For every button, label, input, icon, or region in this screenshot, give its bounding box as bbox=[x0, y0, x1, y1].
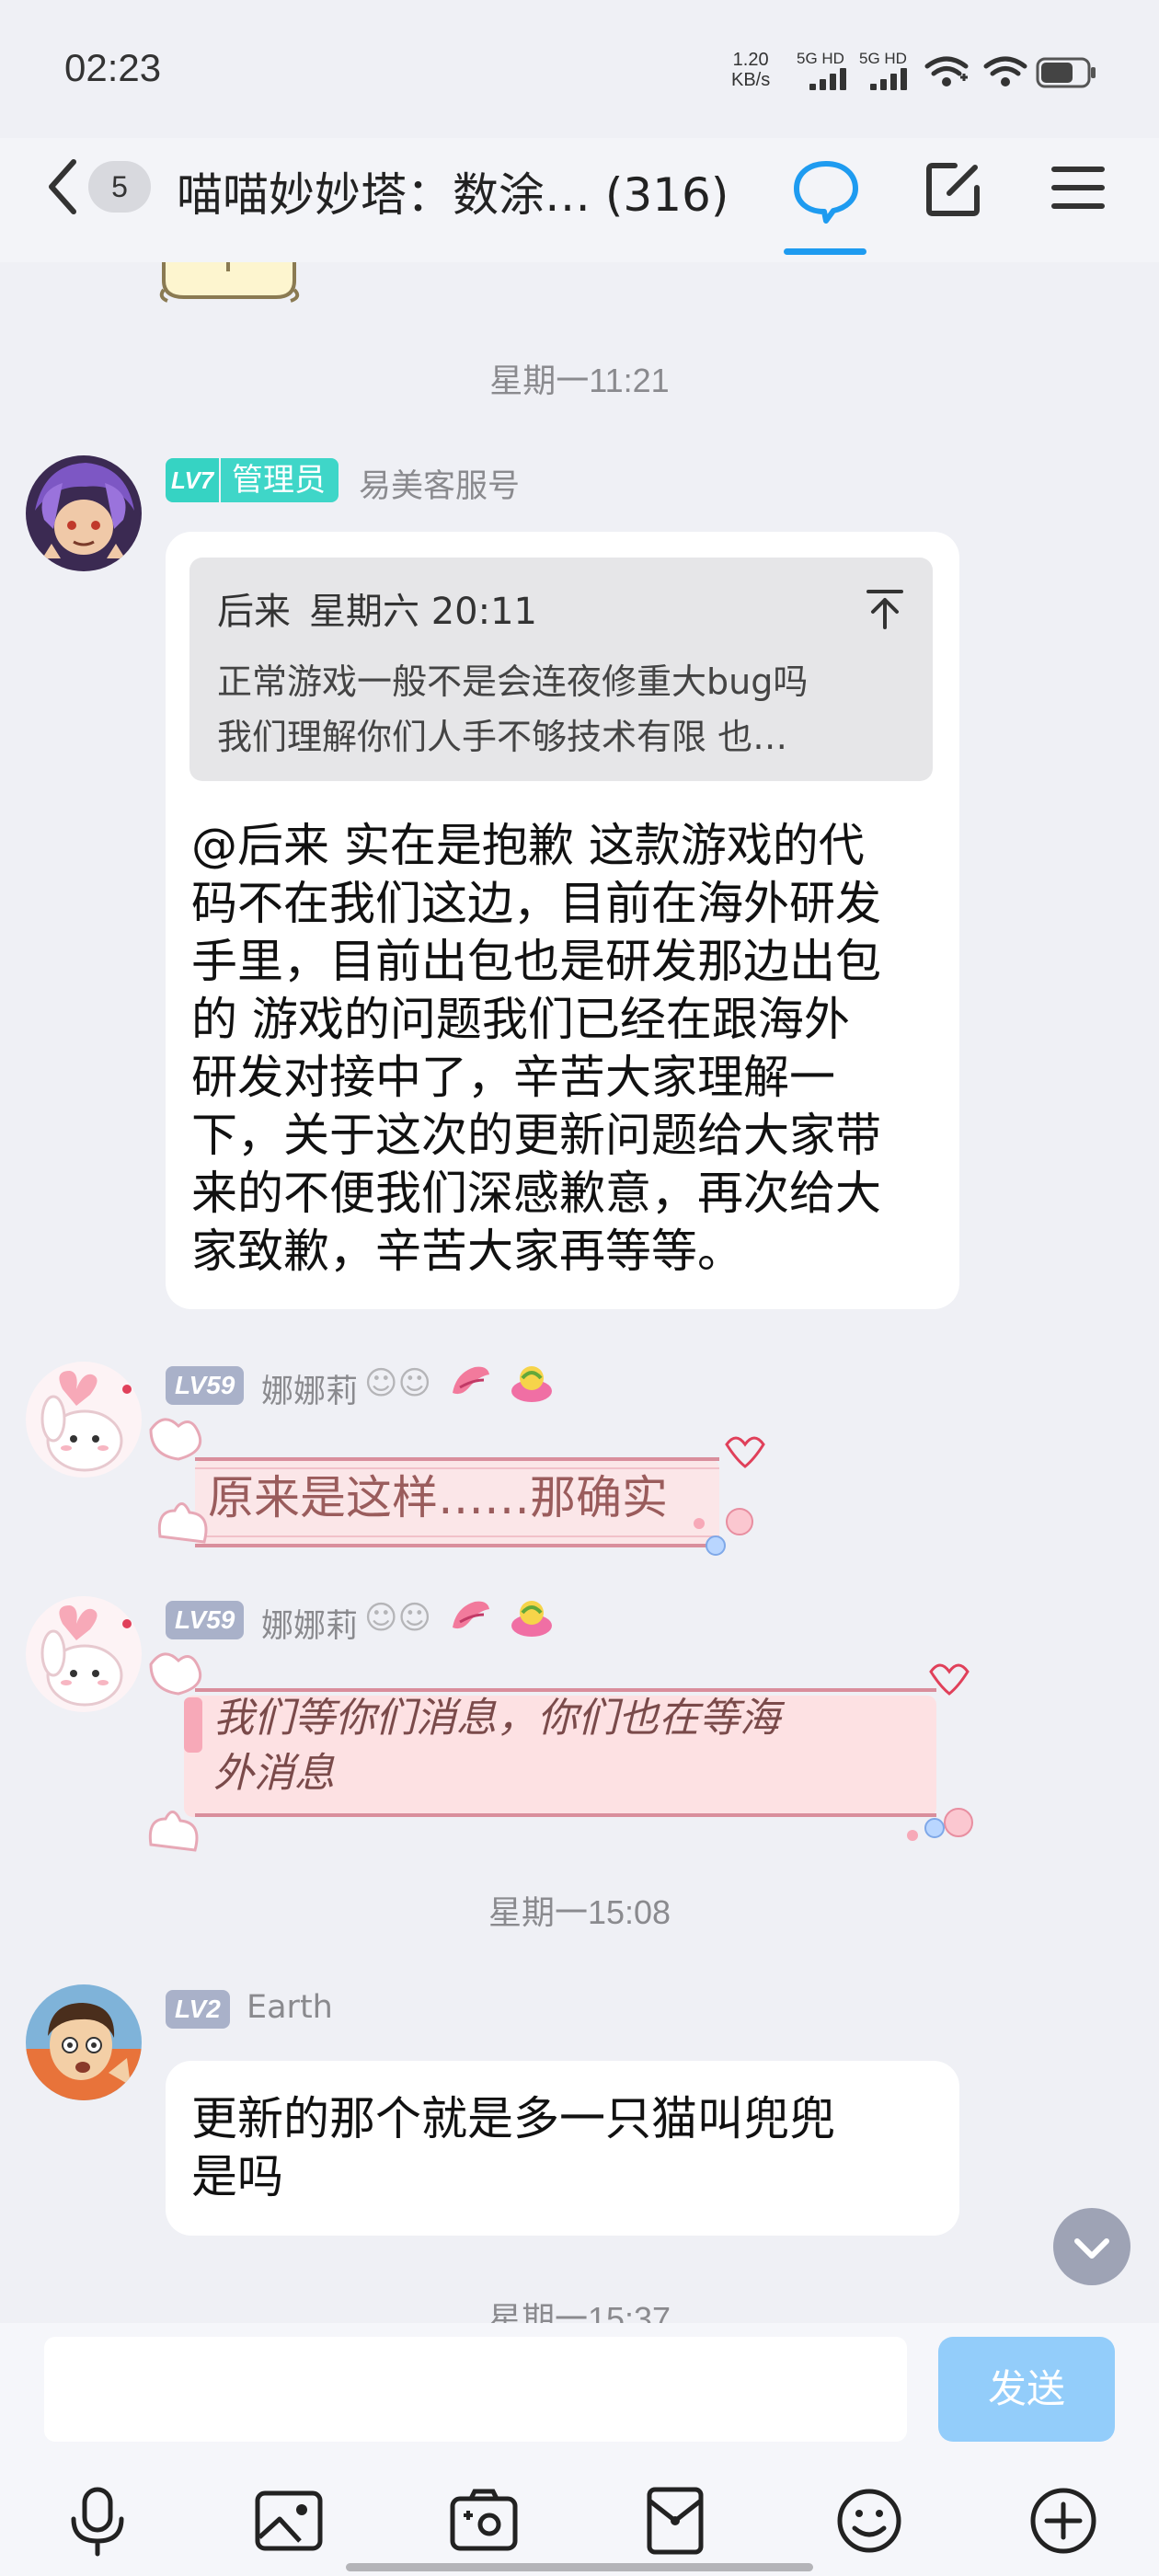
message-line: 来的不便我们深感歉意，再次给大 bbox=[191, 1167, 881, 1220]
medal-icon bbox=[511, 1601, 552, 1637]
network-speed: 1.20 KB/s bbox=[731, 50, 770, 90]
status-time: 02:23 bbox=[64, 46, 162, 89]
level-badge: LV2 bbox=[166, 1990, 230, 2029]
message-line: 更新的那个就是多一只猫叫兜兜 bbox=[191, 2092, 835, 2145]
message-line: 家致歉，辛苦大家再等等。 bbox=[191, 1225, 743, 1278]
avatar[interactable] bbox=[26, 1984, 142, 2100]
message-line: 是吗 bbox=[191, 2150, 283, 2203]
avatar[interactable] bbox=[26, 455, 142, 571]
back-icon[interactable] bbox=[40, 155, 86, 219]
microphone-icon[interactable] bbox=[61, 2484, 134, 2558]
sender-suffix: ☺☺ bbox=[364, 1365, 431, 1402]
admin-role-badge: 管理员 bbox=[221, 458, 339, 502]
message-text: 原来是这样……那确实 bbox=[208, 1471, 668, 1524]
send-button[interactable]: 发送 bbox=[938, 2337, 1115, 2442]
red-packet-icon[interactable] bbox=[638, 2484, 712, 2558]
quote-author: 后来 bbox=[217, 591, 291, 633]
quote-time: 星期六 20:11 bbox=[309, 591, 537, 633]
sender-name[interactable]: 娜娜莉 bbox=[261, 1600, 358, 1647]
edit-icon[interactable] bbox=[922, 156, 986, 221]
message-text: 我们等你们消息，你们也在等海 外消息 bbox=[213, 1691, 780, 1801]
emoji-icon[interactable] bbox=[832, 2484, 906, 2558]
sim1-signal-icon bbox=[809, 66, 852, 90]
level-badge: LV59 bbox=[166, 1601, 245, 1639]
sender-suffix: ☺☺ bbox=[364, 1600, 431, 1637]
network-speed-value: 1.20 bbox=[732, 50, 769, 70]
jump-to-original-icon[interactable] bbox=[865, 587, 905, 631]
active-tab-indicator bbox=[784, 248, 866, 255]
message-line: 外消息 bbox=[213, 1750, 335, 1797]
message-text: @后来 实在是抱歉 这款游戏的代 码不在我们这边，目前在海外研发 手里，目前出包… bbox=[191, 817, 946, 1281]
avatar[interactable] bbox=[26, 1596, 142, 1712]
message-line: 研发对接中了，辛苦大家理解一 bbox=[191, 1051, 835, 1104]
message-line: 手里，目前出包也是研发那边出包 bbox=[191, 935, 881, 988]
message-line: 码不在我们这边，目前在海外研发 bbox=[191, 877, 881, 930]
avatar[interactable] bbox=[26, 1362, 142, 1478]
wifi-assist-icon bbox=[924, 56, 969, 86]
message-input[interactable] bbox=[44, 2337, 907, 2442]
message-line: @后来 实在是抱歉 这款游戏的代 bbox=[191, 819, 865, 872]
medal-icon bbox=[511, 1366, 552, 1402]
message-line: 下，关于这次的更新问题给大家带 bbox=[191, 1109, 881, 1162]
plus-icon[interactable] bbox=[1027, 2484, 1100, 2558]
scroll-to-bottom-button[interactable] bbox=[1051, 2206, 1132, 2287]
timestamp: 星期一15:08 bbox=[488, 1893, 671, 1931]
sim2-label: 5G HD bbox=[859, 50, 907, 67]
battery-icon bbox=[1036, 57, 1096, 88]
sender-name[interactable]: 娜娜莉 bbox=[261, 1365, 358, 1412]
sim2-signal-icon bbox=[870, 66, 912, 90]
home-indicator[interactable] bbox=[346, 2563, 813, 2571]
menu-icon[interactable] bbox=[1049, 162, 1107, 213]
unread-count-badge[interactable]: 5 bbox=[88, 161, 151, 213]
level-badge: LV7 bbox=[166, 458, 220, 502]
medal-icon bbox=[453, 1601, 489, 1629]
timestamp: 星期一11:21 bbox=[489, 362, 670, 399]
message-line: 我们等你们消息，你们也在等海 bbox=[213, 1695, 780, 1742]
sticker-partial-image bbox=[159, 262, 300, 303]
message-text: 更新的那个就是多一只猫叫兜兜 是吗 bbox=[191, 2090, 835, 2206]
quote-line: 我们理解你们人手不够技术有限 也… bbox=[217, 717, 788, 757]
camera-icon[interactable] bbox=[447, 2484, 521, 2558]
sender-name[interactable]: Earth bbox=[247, 1989, 333, 2026]
network-speed-unit: KB/s bbox=[731, 70, 771, 90]
chat-bubble-icon[interactable] bbox=[789, 155, 863, 228]
chat-title[interactable]: 喵喵妙妙塔：数涂… (316) bbox=[177, 158, 729, 224]
message-line: 的 游戏的问题我们已经在跟海外 bbox=[191, 993, 850, 1046]
image-icon[interactable] bbox=[252, 2484, 326, 2558]
level-badge: LV59 bbox=[166, 1366, 245, 1405]
quote-line: 正常游戏一般不是会连夜修重大bug吗 bbox=[217, 661, 809, 702]
sender-name[interactable]: 易美客服号 bbox=[359, 460, 520, 507]
sim1-label: 5G HD bbox=[797, 50, 844, 67]
wifi-icon bbox=[983, 56, 1027, 86]
medal-icon bbox=[453, 1366, 489, 1395]
